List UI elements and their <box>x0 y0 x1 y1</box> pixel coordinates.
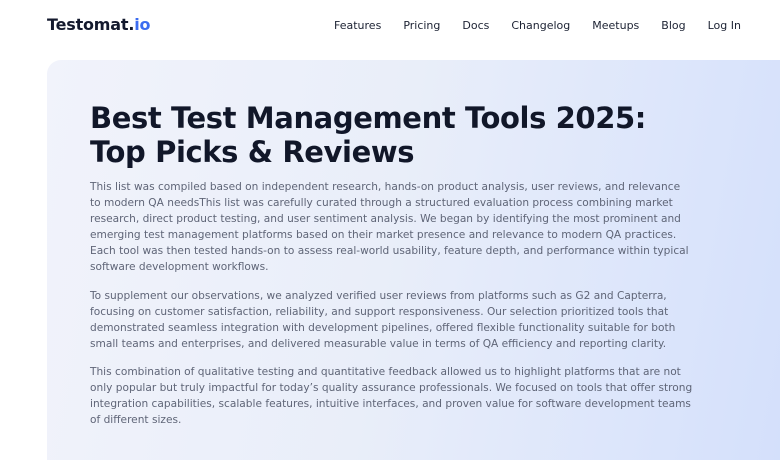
article-intro: This list was compiled based on independ… <box>90 179 693 440</box>
page-title-line-2: Top Picks & Reviews <box>90 135 415 169</box>
nav-link-features[interactable]: Features <box>334 19 381 32</box>
intro-paragraph-1: This list was compiled based on independ… <box>90 181 689 274</box>
nav-link-meetups[interactable]: Meetups <box>592 19 639 32</box>
top-navigation-bar: Testomat.io Features Pricing Docs Change… <box>0 0 780 58</box>
nav-link-pricing[interactable]: Pricing <box>403 19 440 32</box>
intro-paragraph-2: To supplement our observations, we analy… <box>90 289 676 350</box>
nav-link-blog[interactable]: Blog <box>661 19 685 32</box>
main-nav: Features Pricing Docs Changelog Meetups … <box>334 19 741 32</box>
nav-link-login[interactable]: Log In <box>708 19 741 32</box>
page-title: Best Test Management Tools 2025: Top Pick… <box>90 101 710 169</box>
logo-text: Testomat. <box>47 15 135 34</box>
testomat-logo[interactable]: Testomat.io <box>47 15 150 34</box>
logo-accent-text: io <box>134 15 151 34</box>
page-title-line-1: Best Test Management Tools 2025: <box>90 101 646 135</box>
intro-paragraph-3: This combination of qualitative testing … <box>90 365 693 427</box>
nav-link-docs[interactable]: Docs <box>462 19 489 32</box>
nav-link-changelog[interactable]: Changelog <box>511 19 570 32</box>
